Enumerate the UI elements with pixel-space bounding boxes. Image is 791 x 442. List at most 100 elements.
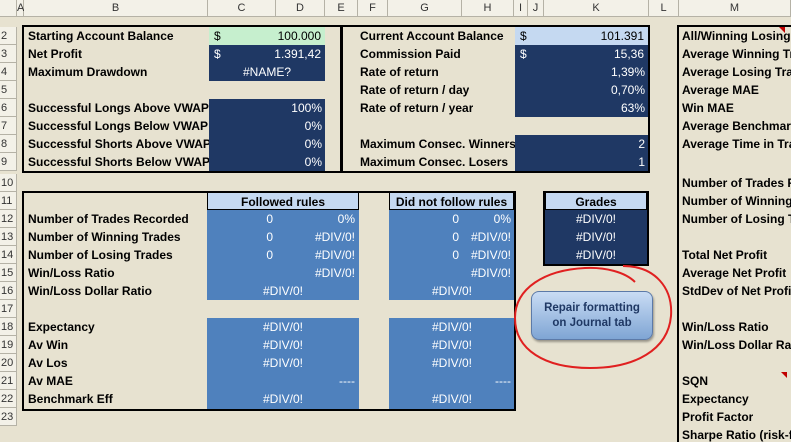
not-followed-av-win[interactable]: #DIV/0!: [390, 336, 514, 354]
current-balance-cell[interactable]: $ 101.391: [515, 27, 648, 45]
col-header-c[interactable]: C: [208, 0, 276, 17]
followed-bench-eff[interactable]: #DIV/0!: [208, 390, 358, 408]
consec-losers-value[interactable]: 1: [515, 153, 648, 171]
row-header[interactable]: 20: [0, 354, 17, 372]
followed-wl-ratio[interactable]: #DIV/0!: [208, 264, 358, 282]
col-header-m[interactable]: M: [679, 0, 791, 17]
ror-label: Rate of return: [360, 65, 439, 79]
commission-cell[interactable]: $ 15,36: [515, 45, 648, 63]
right-label: Win MAE: [682, 101, 734, 115]
currency-symbol: $: [520, 29, 527, 43]
ror-year-value[interactable]: 63%: [515, 99, 648, 117]
row-header[interactable]: 13: [0, 228, 17, 246]
row-header[interactable]: 9: [0, 153, 17, 171]
row-header[interactable]: 14: [0, 246, 17, 264]
not-followed-av-mae[interactable]: ----: [390, 372, 514, 390]
col-header-h[interactable]: H: [462, 0, 514, 17]
not-followed-av-los[interactable]: #DIV/0!: [390, 354, 514, 372]
current-balance-label: Current Account Balance: [360, 29, 504, 43]
repair-formatting-button[interactable]: Repair formatting on Journal tab: [531, 291, 653, 340]
ror-year-label: Rate of return / year: [360, 101, 474, 115]
commission-label: Commission Paid: [360, 47, 461, 61]
losing-trades-label: Number of Losing Trades: [28, 248, 173, 262]
not-followed-bench-eff[interactable]: #DIV/0!: [390, 390, 514, 408]
currency-symbol: $: [520, 47, 527, 61]
col-header-j[interactable]: J: [528, 0, 544, 17]
consec-losers-label: Maximum Consec. Losers: [360, 155, 509, 169]
not-followed-trades-pct[interactable]: 0%: [462, 210, 514, 228]
followed-expectancy[interactable]: #DIV/0!: [208, 318, 358, 336]
row-header[interactable]: 12: [0, 210, 17, 228]
row-header[interactable]: 11: [0, 192, 17, 210]
row-header[interactable]: 3: [0, 45, 17, 63]
not-followed-los-count[interactable]: 0: [390, 246, 462, 264]
wl-ratio-label: Win/Loss Ratio: [28, 266, 115, 280]
followed-los-pct[interactable]: #DIV/0!: [276, 246, 358, 264]
select-all-corner[interactable]: [0, 0, 17, 17]
followed-av-mae[interactable]: ----: [208, 372, 358, 390]
starting-balance-cell[interactable]: $ 100.000: [209, 27, 325, 45]
col-header-b[interactable]: B: [24, 0, 208, 17]
shorts-below-value[interactable]: 0%: [209, 153, 325, 171]
row-header[interactable]: 21: [0, 372, 17, 390]
row-header[interactable]: 18: [0, 318, 17, 336]
comment-indicator-icon[interactable]: [781, 372, 787, 378]
longs-above-value[interactable]: 100%: [209, 99, 325, 117]
followed-av-win[interactable]: #DIV/0!: [208, 336, 358, 354]
col-header-f[interactable]: F: [358, 0, 388, 17]
spreadsheet[interactable]: A B C D E F G H I J K L M 2 3 4 5 6 7 8 …: [0, 0, 791, 442]
followed-av-los[interactable]: #DIV/0!: [208, 354, 358, 372]
not-followed-win-pct[interactable]: #DIV/0!: [462, 228, 514, 246]
max-drawdown-label: Maximum Drawdown: [28, 65, 148, 79]
right-label: Total Net Profit: [682, 248, 768, 262]
not-followed-wl-ratio[interactable]: #DIV/0!: [390, 264, 514, 282]
col-header-l[interactable]: L: [649, 0, 679, 17]
followed-wl-dollar[interactable]: #DIV/0!: [208, 282, 358, 300]
ror-day-value[interactable]: 0,70%: [515, 81, 648, 99]
right-label: Number of Winning: [682, 194, 791, 208]
col-header-d[interactable]: D: [276, 0, 325, 17]
row-header[interactable]: 19: [0, 336, 17, 354]
row-header[interactable]: 23: [0, 408, 17, 426]
followed-trades-pct[interactable]: 0%: [276, 210, 358, 228]
row-header[interactable]: 5: [0, 81, 17, 99]
row-header[interactable]: 6: [0, 99, 17, 117]
longs-below-value[interactable]: 0%: [209, 117, 325, 135]
row-header[interactable]: 17: [0, 300, 17, 318]
not-followed-trades-count[interactable]: 0: [390, 210, 462, 228]
net-profit-cell[interactable]: $ 1.391,42: [209, 45, 325, 63]
not-followed-expectancy[interactable]: #DIV/0!: [390, 318, 514, 336]
col-header-a[interactable]: A: [17, 0, 24, 17]
grade-trades[interactable]: #DIV/0!: [545, 210, 647, 228]
winning-trades-label: Number of Winning Trades: [28, 230, 181, 244]
row-header[interactable]: 15: [0, 264, 17, 282]
right-label: Number of Trades R: [682, 176, 791, 190]
followed-win-count[interactable]: 0: [208, 228, 276, 246]
grade-winning[interactable]: #DIV/0!: [545, 228, 647, 246]
row-header[interactable]: 16: [0, 282, 17, 300]
longs-above-label: Successful Longs Above VWAP: [28, 101, 209, 115]
consec-winners-value[interactable]: 2: [515, 135, 648, 153]
net-profit-label: Net Profit: [28, 47, 82, 61]
col-header-e[interactable]: E: [325, 0, 358, 17]
right-label: Average Net Profit: [682, 266, 787, 280]
max-drawdown-value[interactable]: #NAME?: [209, 63, 325, 81]
row-header[interactable]: 8: [0, 135, 17, 153]
row-header[interactable]: 7: [0, 117, 17, 135]
col-header-k[interactable]: K: [544, 0, 649, 17]
row-header[interactable]: 2: [0, 27, 17, 45]
row-header[interactable]: 10: [0, 174, 17, 192]
followed-trades-count[interactable]: 0: [208, 210, 276, 228]
not-followed-wl-dollar[interactable]: #DIV/0!: [390, 282, 514, 300]
row-header[interactable]: 22: [0, 390, 17, 408]
shorts-below-label: Successful Shorts Below VWAP: [28, 155, 211, 169]
row-header[interactable]: 4: [0, 63, 17, 81]
followed-win-pct[interactable]: #DIV/0!: [276, 228, 358, 246]
col-header-g[interactable]: G: [388, 0, 462, 17]
ror-value[interactable]: 1,39%: [515, 63, 648, 81]
not-followed-win-count[interactable]: 0: [390, 228, 462, 246]
comment-indicator-icon[interactable]: [779, 27, 785, 33]
followed-los-count[interactable]: 0: [208, 246, 276, 264]
col-header-i[interactable]: I: [514, 0, 528, 17]
shorts-above-value[interactable]: 0%: [209, 135, 325, 153]
